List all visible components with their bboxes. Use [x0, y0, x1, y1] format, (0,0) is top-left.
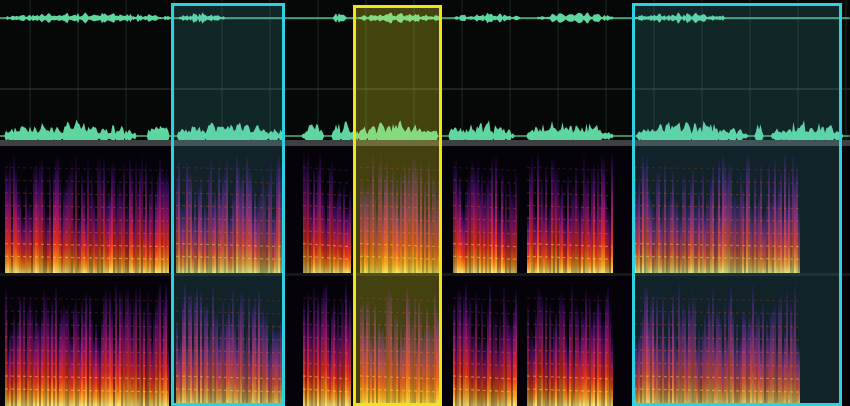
selection-region-2[interactable]: [353, 5, 442, 406]
audio-editor-canvas[interactable]: [0, 0, 850, 406]
selection-region-1[interactable]: [171, 3, 285, 406]
selection-region-3[interactable]: [632, 3, 842, 406]
